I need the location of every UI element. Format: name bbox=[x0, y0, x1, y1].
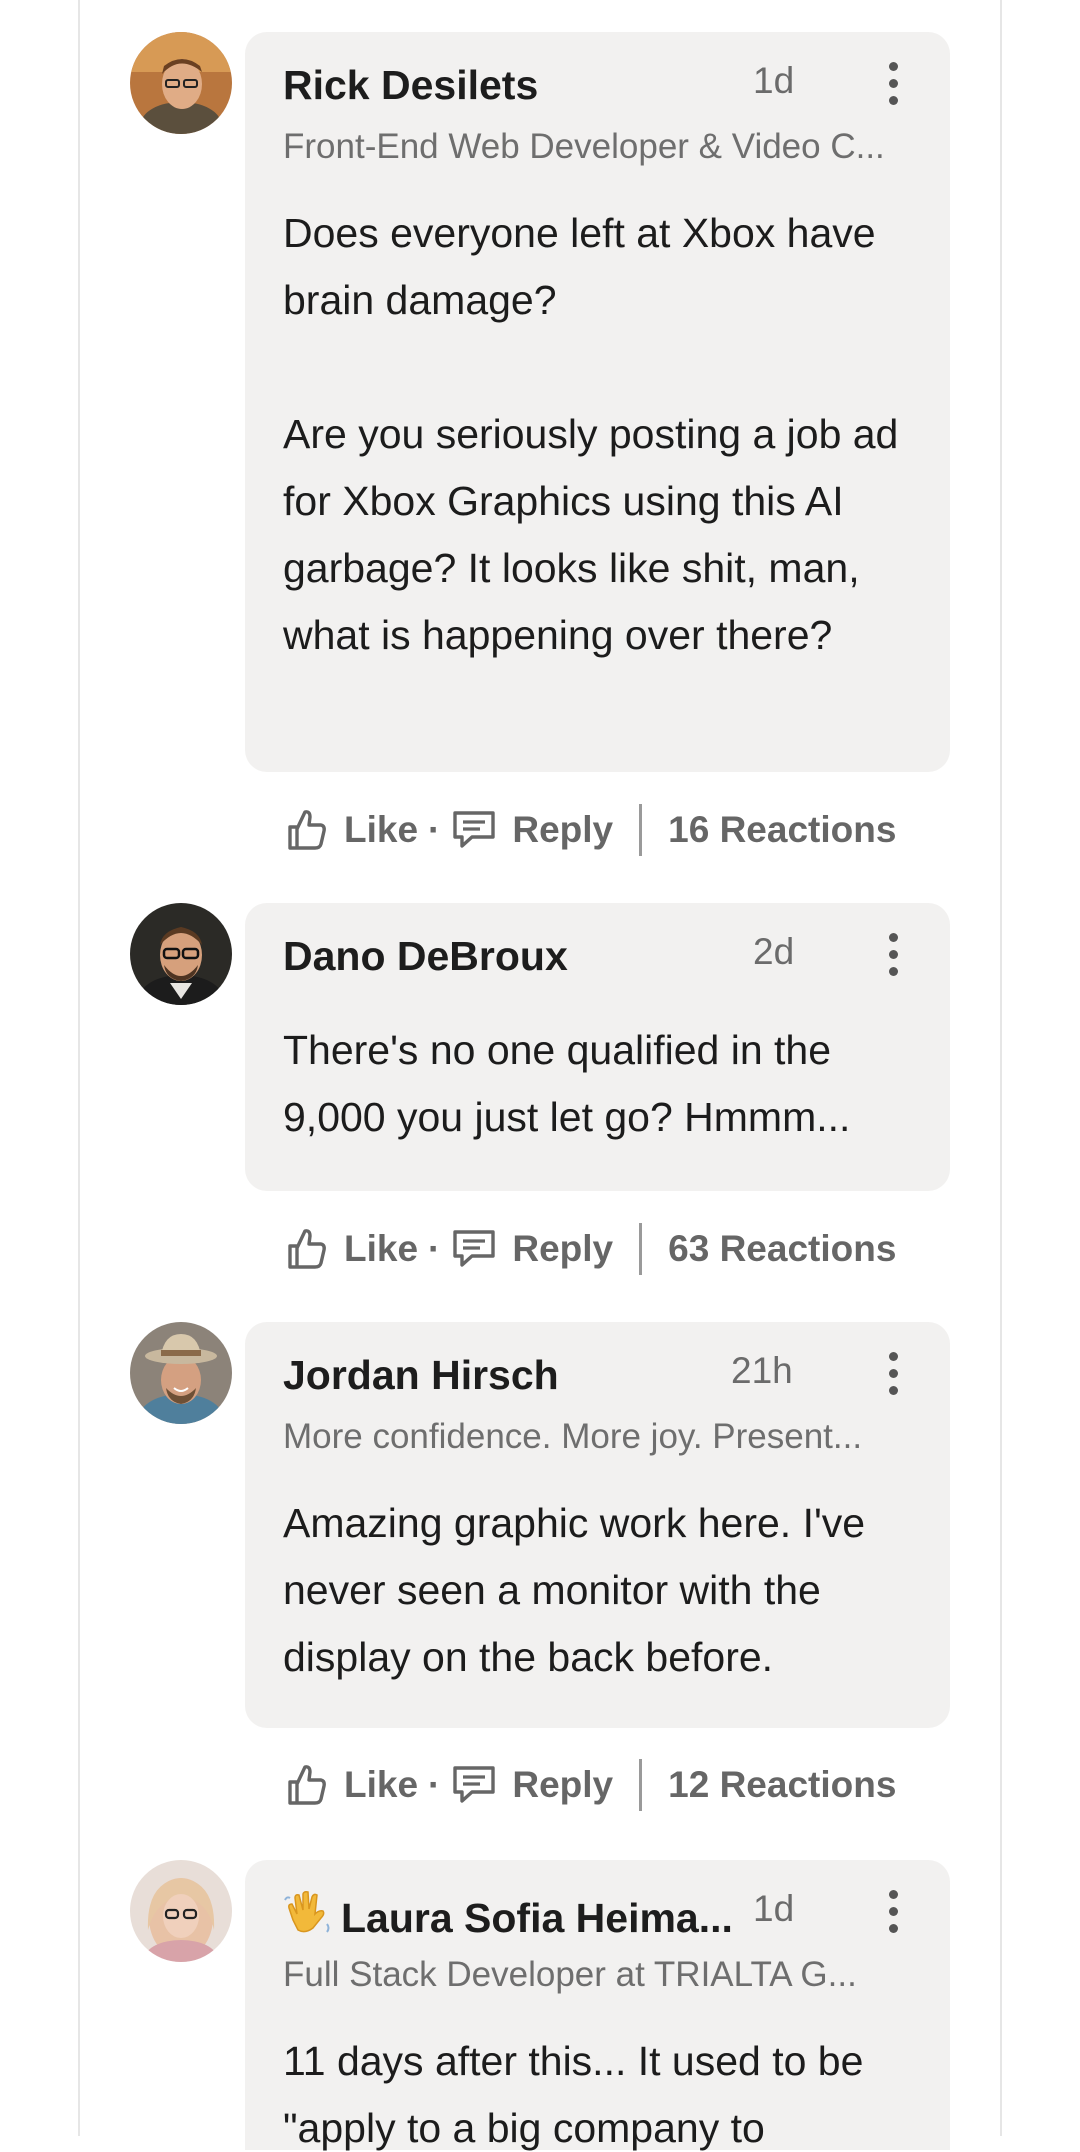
reactions-count[interactable]: 63 Reactions bbox=[668, 1228, 896, 1270]
like-label: Like bbox=[344, 1228, 419, 1269]
like-label: Like bbox=[344, 809, 419, 850]
comment-actions: Like · Reply 63 Reactions bbox=[284, 1219, 896, 1279]
actions-divider bbox=[639, 1759, 643, 1811]
reply-label: Reply bbox=[512, 1228, 614, 1269]
commenter-headline: More confidence. More joy. Present... bbox=[283, 1417, 863, 1456]
commenter-name-text: Laura Sofia Heima... bbox=[341, 1895, 733, 1941]
like-button[interactable]: Like bbox=[284, 807, 418, 853]
actions-divider bbox=[639, 804, 643, 856]
commenter-headline: Front-End Web Developer & Video C... bbox=[283, 127, 885, 166]
comment-text: There's no one qualified in the 9,000 yo… bbox=[283, 1027, 851, 1140]
like-button[interactable]: Like bbox=[284, 1762, 418, 1808]
comment-text: 11 days after this... It used to be "app… bbox=[283, 2038, 864, 2151]
actions-divider bbox=[639, 1223, 643, 1275]
avatar-photo bbox=[130, 1322, 232, 1424]
commenter-name[interactable]: Jordan Hirsch bbox=[283, 1352, 559, 1399]
avatar-photo bbox=[130, 1860, 232, 1962]
avatar[interactable] bbox=[130, 32, 232, 134]
more-options-icon[interactable] bbox=[886, 62, 900, 106]
thumbs-up-icon bbox=[288, 1765, 326, 1805]
feed-left-border bbox=[78, 0, 80, 2136]
like-button[interactable]: Like bbox=[284, 1226, 418, 1272]
speech-bubble-icon bbox=[453, 1230, 496, 1267]
reactions-count[interactable]: 16 Reactions bbox=[668, 809, 896, 851]
comment-timestamp: 2d bbox=[753, 931, 795, 972]
comment-bubble: Rick Desilets 1d Front-End Web Developer… bbox=[245, 32, 950, 772]
comment-bubble: Laura Sofia Heima... 1d Full Stack Devel… bbox=[245, 1860, 950, 2151]
reply-label: Reply bbox=[512, 809, 614, 850]
comment-bubble: Jordan Hirsch 21h More confidence. More … bbox=[245, 1322, 950, 1728]
avatar-photo bbox=[130, 903, 232, 1005]
more-options-icon[interactable] bbox=[886, 1352, 900, 1396]
separator-dot: · bbox=[428, 1228, 441, 1269]
speech-bubble-icon bbox=[453, 1766, 496, 1803]
reply-button[interactable]: Reply bbox=[450, 807, 613, 853]
avatar[interactable] bbox=[130, 1860, 232, 1962]
more-options-icon[interactable] bbox=[886, 1890, 900, 1934]
thumbs-up-icon bbox=[288, 1229, 326, 1269]
more-options-icon[interactable] bbox=[886, 933, 900, 977]
comment-text: Amazing graphic work here. I've never se… bbox=[283, 1500, 866, 1680]
separator-dot: · bbox=[428, 809, 441, 850]
like-label: Like bbox=[344, 1764, 419, 1805]
reply-button[interactable]: Reply bbox=[450, 1226, 613, 1272]
commenter-headline: Full Stack Developer at TRIALTA G... bbox=[283, 1955, 857, 1994]
speech-bubble-icon bbox=[453, 811, 496, 848]
avatar-photo bbox=[130, 32, 232, 134]
commenter-name[interactable]: Laura Sofia Heima... bbox=[283, 1890, 733, 1946]
waving-hand-icon bbox=[283, 1890, 333, 1946]
thumbs-up-icon bbox=[288, 810, 326, 850]
separator-dot: · bbox=[428, 1764, 441, 1805]
reactions-count[interactable]: 12 Reactions bbox=[668, 1764, 896, 1806]
comment-timestamp: 1d bbox=[753, 1888, 795, 1929]
comment-actions: Like · Reply 16 Reactions bbox=[284, 800, 896, 860]
comment-bubble: Dano DeBroux 2d There's no one qualified… bbox=[245, 903, 950, 1191]
feed-right-border bbox=[1000, 0, 1002, 2136]
commenter-name[interactable]: Rick Desilets bbox=[283, 62, 538, 109]
comment-timestamp: 21h bbox=[731, 1350, 793, 1391]
commenter-name[interactable]: Dano DeBroux bbox=[283, 933, 568, 980]
avatar[interactable] bbox=[130, 1322, 232, 1424]
comment-actions: Like · Reply 12 Reactions bbox=[284, 1755, 896, 1815]
avatar[interactable] bbox=[130, 903, 232, 1005]
comment-text: Does everyone left at Xbox have brain da… bbox=[283, 210, 899, 658]
reply-label: Reply bbox=[512, 1764, 614, 1805]
comment-timestamp: 1d bbox=[753, 60, 795, 101]
reply-button[interactable]: Reply bbox=[450, 1762, 613, 1808]
